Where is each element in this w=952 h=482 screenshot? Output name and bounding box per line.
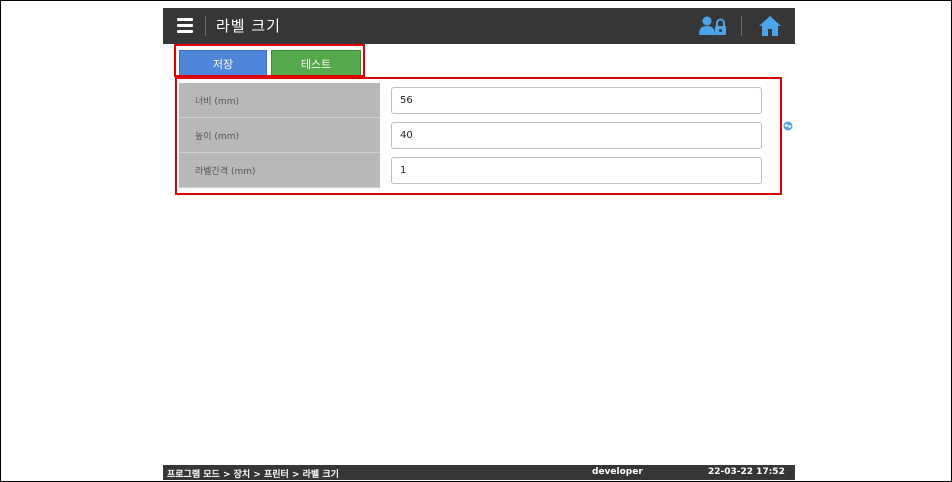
hamburger-menu-icon[interactable] bbox=[177, 18, 193, 33]
home-icon[interactable] bbox=[758, 15, 782, 37]
status-bar: 프로그램 모드 > 장치 > 프린터 > 라벨 크기 developer 22-… bbox=[163, 465, 795, 480]
expand-arrow-icon[interactable] bbox=[783, 121, 793, 131]
app-window: 라벨 크기 저장 테스트 너비 (mm) 56 높이 (mm) 40 라벨간격 … bbox=[163, 8, 795, 480]
topbar-divider bbox=[741, 16, 742, 36]
datetime: 22-03-22 17:52 bbox=[708, 467, 785, 477]
breadcrumb: 프로그램 모드 > 장치 > 프린터 > 라벨 크기 bbox=[167, 470, 339, 480]
form-highlight-box bbox=[175, 77, 782, 195]
top-bar: 라벨 크기 bbox=[163, 8, 795, 44]
topbar-divider bbox=[205, 16, 206, 36]
user-lock-icon[interactable] bbox=[699, 16, 727, 36]
button-highlight-box bbox=[174, 44, 365, 77]
current-user: developer bbox=[592, 467, 643, 477]
page-title: 라벨 크기 bbox=[216, 17, 281, 35]
